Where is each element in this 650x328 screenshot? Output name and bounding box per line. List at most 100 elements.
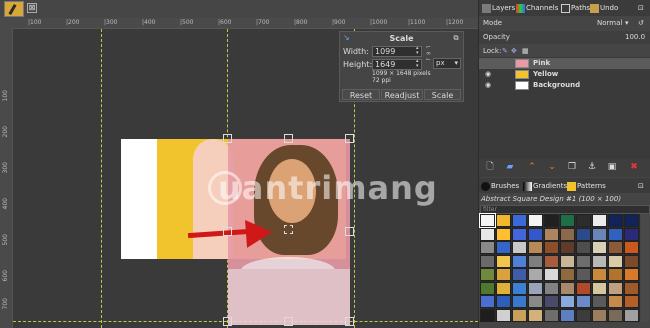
pattern-swatch[interactable] [480,308,495,322]
pattern-swatch[interactable] [592,308,607,322]
pattern-swatch[interactable] [576,241,591,254]
pattern-swatch[interactable] [608,227,623,241]
tab-brushes[interactable]: Brushes [481,180,519,192]
pattern-swatch[interactable] [496,241,511,254]
pattern-swatch[interactable] [496,254,511,268]
pattern-swatch[interactable] [496,295,511,308]
pattern-swatch[interactable] [624,227,639,241]
pattern-swatch[interactable] [544,241,559,254]
new-group-icon[interactable]: ▰ [505,162,515,173]
duplicate-layer-icon[interactable]: ❐ [567,162,577,173]
pattern-swatch[interactable] [608,281,623,295]
pattern-swatch[interactable] [512,281,527,295]
pattern-swatch[interactable] [592,254,607,268]
pattern-swatch[interactable] [576,281,591,295]
pattern-swatch[interactable] [512,241,527,254]
pattern-swatch[interactable] [576,227,591,241]
pattern-swatch[interactable] [512,214,527,227]
pattern-swatch[interactable] [560,295,575,308]
pattern-swatch[interactable] [528,227,543,241]
pattern-swatch[interactable] [560,268,575,281]
pattern-swatch[interactable] [544,254,559,268]
pattern-swatch[interactable] [480,241,495,254]
pattern-swatch[interactable] [544,308,559,322]
pattern-swatch[interactable] [576,295,591,308]
pattern-swatch[interactable] [480,227,495,241]
pattern-swatch[interactable] [528,241,543,254]
transform-handle-bottom-right[interactable] [345,317,354,326]
pattern-swatch[interactable] [592,214,607,227]
pattern-swatch[interactable] [608,254,623,268]
pattern-swatch[interactable] [608,268,623,281]
pattern-swatch[interactable] [544,227,559,241]
pattern-swatch[interactable] [608,308,623,322]
pattern-swatch[interactable] [576,254,591,268]
opacity-slider[interactable]: Opacity 100.0 [479,31,650,44]
pattern-swatch[interactable] [608,295,623,308]
lock-pixels-icon[interactable]: ✎ [502,45,508,57]
anchor-layer-icon[interactable]: ⚓ [587,162,597,173]
pattern-swatch[interactable] [560,214,575,227]
pattern-swatch[interactable] [624,254,639,268]
mask-layer-icon[interactable]: ▣ [607,162,617,173]
unit-select[interactable]: px ▾ [433,58,461,69]
eye-icon[interactable]: ◉ [485,82,494,89]
pattern-swatch[interactable] [512,227,527,241]
pattern-swatch[interactable] [496,227,511,241]
readjust-button[interactable]: Readjust [381,89,423,100]
chain-link-icon[interactable]: ⌐ ∞ ⌙ [426,45,431,67]
pattern-swatch[interactable] [480,268,495,281]
pattern-swatch[interactable] [528,268,543,281]
new-layer-icon[interactable]: 🗋 [485,162,495,173]
transform-handle-right[interactable] [345,227,354,236]
pattern-swatch[interactable] [560,308,575,322]
height-spin-arrows[interactable]: ▴ ▾ [416,59,419,69]
tab-patterns[interactable]: Patterns [567,180,606,192]
pattern-swatch[interactable] [560,227,575,241]
transform-handle-top-left[interactable] [223,134,232,143]
pattern-swatch[interactable] [528,281,543,295]
pattern-swatch[interactable] [608,214,623,227]
tab-paths[interactable]: Paths [561,2,590,14]
height-field[interactable]: 1649 [372,59,422,70]
tab-gradients[interactable]: Gradients [523,180,567,192]
vertical-ruler[interactable]: 100 200 300 400 500 600 700 [0,28,13,328]
transform-handle-bottom[interactable] [284,317,293,326]
pattern-swatch[interactable] [560,241,575,254]
pattern-swatch[interactable] [592,241,607,254]
pattern-swatch[interactable] [512,295,527,308]
pattern-swatch[interactable] [576,268,591,281]
close-tab-icon[interactable]: ⊠ [27,3,37,13]
pattern-swatch[interactable] [544,281,559,295]
pattern-swatch[interactable] [592,268,607,281]
width-spin-arrows[interactable]: ▴ ▾ [416,46,419,56]
pattern-swatch[interactable] [624,295,639,308]
pattern-swatch[interactable] [528,254,543,268]
image-tab-thumbnail[interactable] [4,1,24,17]
pattern-grid-scrollbar[interactable] [641,214,649,322]
pattern-swatch[interactable] [608,241,623,254]
pattern-swatch[interactable] [624,268,639,281]
pattern-swatch[interactable] [512,254,527,268]
width-field[interactable]: 1099 [372,46,422,57]
tab-channels[interactable]: Channels [516,2,558,14]
pattern-swatch[interactable] [544,214,559,227]
pattern-swatch[interactable] [592,295,607,308]
pattern-swatch[interactable] [544,295,559,308]
mode-select[interactable]: Normal [597,16,622,30]
pattern-swatch[interactable] [528,295,543,308]
pattern-swatch[interactable] [560,281,575,295]
pattern-swatch[interactable] [496,268,511,281]
transform-handle-left[interactable] [223,227,232,236]
dock-menu-icon[interactable]: ⊡ [638,180,644,192]
chevron-down-icon[interactable]: ▾ [625,16,629,30]
pattern-swatch[interactable] [592,227,607,241]
pattern-swatch[interactable] [576,214,591,227]
transform-handle-top[interactable] [284,134,293,143]
delete-layer-icon[interactable]: ✖ [629,162,639,173]
pattern-swatch[interactable] [576,308,591,322]
raise-layer-icon[interactable]: ⌃ [527,162,537,173]
layer-row-yellow[interactable]: ◉ Yellow [479,69,650,80]
mode-reset-icon[interactable]: ↺ [638,16,644,30]
pattern-swatch[interactable] [528,308,543,322]
